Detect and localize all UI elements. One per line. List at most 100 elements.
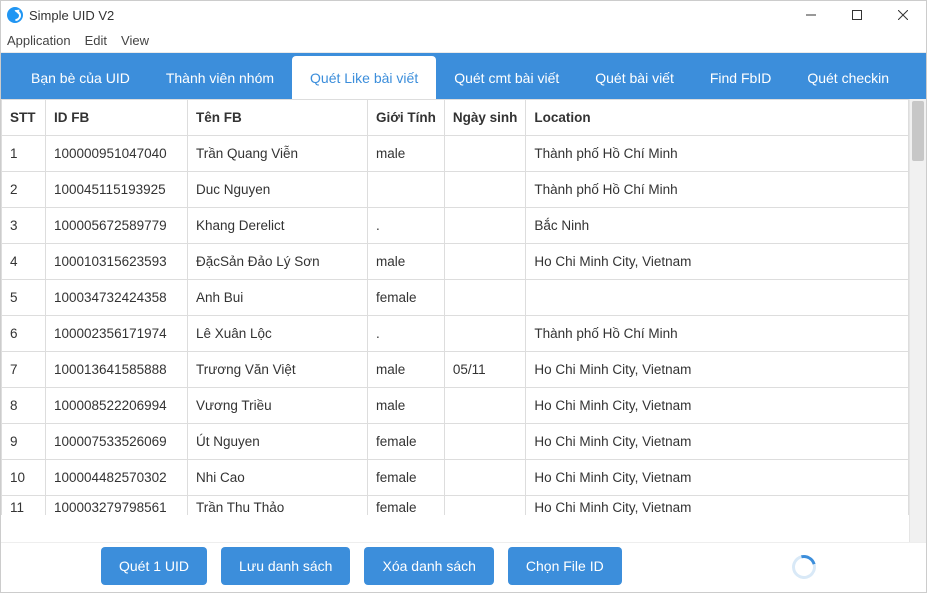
save-list-button[interactable]: Lưu danh sách xyxy=(221,547,350,585)
minimize-icon xyxy=(806,10,816,20)
cell-gt: male xyxy=(368,388,445,424)
titlebar: Simple UID V2 xyxy=(1,1,926,29)
cell-ten: Lê Xuân Lộc xyxy=(188,316,368,352)
cell-ten: Anh Bui xyxy=(188,280,368,316)
cell-ns xyxy=(444,172,526,208)
cell-gt: male xyxy=(368,352,445,388)
cell-idfb: 100000951047040 xyxy=(46,136,188,172)
maximize-icon xyxy=(852,10,862,20)
cell-loc: Bắc Ninh xyxy=(526,208,909,244)
cell-ten: Út Nguyen xyxy=(188,424,368,460)
cell-loc: Ho Chi Minh City, Vietnam xyxy=(526,352,909,388)
table-row[interactable]: 5100034732424358Anh Buifemale xyxy=(2,280,909,316)
cell-ns xyxy=(444,460,526,496)
tab-scan-cmt[interactable]: Quét cmt bài viết xyxy=(436,56,577,99)
cell-ten: ĐặcSản Đảo Lý Sơn xyxy=(188,244,368,280)
cell-gt: female xyxy=(368,280,445,316)
table-row[interactable]: 2100045115193925Duc NguyenThành phố Hồ C… xyxy=(2,172,909,208)
cell-gt: . xyxy=(368,316,445,352)
col-ten[interactable]: Tên FB xyxy=(188,100,368,136)
col-loc[interactable]: Location xyxy=(526,100,909,136)
cell-stt: 5 xyxy=(2,280,46,316)
tab-friends[interactable]: Bạn bè của UID xyxy=(13,56,148,99)
window-title: Simple UID V2 xyxy=(29,8,114,23)
cell-loc: Ho Chi Minh City, Vietnam xyxy=(526,388,909,424)
choose-file-button[interactable]: Chọn File ID xyxy=(508,547,622,585)
app-icon xyxy=(7,7,23,23)
cell-ns xyxy=(444,496,526,516)
cell-ns xyxy=(444,424,526,460)
table-row[interactable]: 9100007533526069Út NguyenfemaleHo Chi Mi… xyxy=(2,424,909,460)
cell-stt: 11 xyxy=(2,496,46,516)
tab-find-fbid[interactable]: Find FbID xyxy=(692,56,789,99)
app-window: Simple UID V2 Application Edit View Bạn … xyxy=(0,0,927,593)
cell-ns xyxy=(444,244,526,280)
scan-uid-button[interactable]: Quét 1 UID xyxy=(101,547,207,585)
table-row[interactable]: 4100010315623593ĐặcSản Đảo Lý Sơnmale Ho … xyxy=(2,244,909,280)
table-row[interactable]: 6100002356171974Lê Xuân Lộc.Thành phố Hồ… xyxy=(2,316,909,352)
menu-view[interactable]: View xyxy=(121,33,149,48)
cell-loc xyxy=(526,280,909,316)
clear-list-button[interactable]: Xóa danh sách xyxy=(364,547,493,585)
cell-loc: Ho Chi Minh City, Vietnam xyxy=(526,496,909,516)
table-header-row: STT ID FB Tên FB Giới Tính Ngày sinh Loc… xyxy=(2,100,909,136)
scrollbar-thumb[interactable] xyxy=(912,101,924,161)
cell-loc: Thành phố Hồ Chí Minh xyxy=(526,316,909,352)
cell-ten: Vương Triều xyxy=(188,388,368,424)
table-wrap: STT ID FB Tên FB Giới Tính Ngày sinh Loc… xyxy=(1,99,909,542)
cell-loc: Ho Chi Minh City, Vietnam xyxy=(526,460,909,496)
maximize-button[interactable] xyxy=(834,1,880,29)
cell-idfb: 100002356171974 xyxy=(46,316,188,352)
cell-loc: Ho Chi Minh City, Vietnam xyxy=(526,244,909,280)
cell-ten: Trương Văn Việt xyxy=(188,352,368,388)
table-row[interactable]: 1100000951047040Trần Quang ViễnmaleThành… xyxy=(2,136,909,172)
tab-checkin[interactable]: Quét checkin xyxy=(789,56,907,99)
cell-idfb: 100045115193925 xyxy=(46,172,188,208)
cell-idfb: 100013641585888 xyxy=(46,352,188,388)
tab-group[interactable]: Thành viên nhóm xyxy=(148,56,292,99)
cell-loc: Thành phố Hồ Chí Minh xyxy=(526,136,909,172)
cell-stt: 1 xyxy=(2,136,46,172)
cell-gt: female xyxy=(368,460,445,496)
tab-scan-like[interactable]: Quét Like bài viết xyxy=(292,56,436,99)
cell-ns xyxy=(444,388,526,424)
window-controls xyxy=(788,1,926,29)
minimize-button[interactable] xyxy=(788,1,834,29)
cell-ns: 05/11 xyxy=(444,352,526,388)
tabs-bar: Bạn bè của UID Thành viên nhóm Quét Like… xyxy=(1,53,926,99)
cell-ns xyxy=(444,316,526,352)
cell-idfb: 100010315623593 xyxy=(46,244,188,280)
col-stt[interactable]: STT xyxy=(2,100,46,136)
col-gt[interactable]: Giới Tính xyxy=(368,100,445,136)
cell-ns xyxy=(444,208,526,244)
col-ns[interactable]: Ngày sinh xyxy=(444,100,526,136)
cell-ten: Khang Derelict xyxy=(188,208,368,244)
cell-idfb: 100005672589779 xyxy=(46,208,188,244)
table-row[interactable]: 10100004482570302Nhi CaofemaleHo Chi Min… xyxy=(2,460,909,496)
footer: Quét 1 UID Lưu danh sách Xóa danh sách C… xyxy=(1,542,926,592)
table-row[interactable]: 8100008522206994Vương TriềumaleHo Chi Mi… xyxy=(2,388,909,424)
menu-application[interactable]: Application xyxy=(7,33,71,48)
col-idfb[interactable]: ID FB xyxy=(46,100,188,136)
cell-ns xyxy=(444,136,526,172)
cell-stt: 3 xyxy=(2,208,46,244)
tab-scan-post[interactable]: Quét bài viết xyxy=(577,56,692,99)
cell-gt: male xyxy=(368,244,445,280)
cell-idfb: 100003279798561 xyxy=(46,496,188,516)
cell-stt: 10 xyxy=(2,460,46,496)
cell-gt: female xyxy=(368,496,445,516)
cell-loc: Ho Chi Minh City, Vietnam xyxy=(526,424,909,460)
menubar: Application Edit View xyxy=(1,29,926,53)
table-row[interactable]: 3100005672589779Khang Derelict.Bắc Ninh xyxy=(2,208,909,244)
cell-stt: 4 xyxy=(2,244,46,280)
table-row[interactable]: 7100013641585888Trương Văn Việtmale05/11… xyxy=(2,352,909,388)
results-table: STT ID FB Tên FB Giới Tính Ngày sinh Loc… xyxy=(1,99,909,515)
menu-edit[interactable]: Edit xyxy=(85,33,107,48)
content-area: STT ID FB Tên FB Giới Tính Ngày sinh Loc… xyxy=(1,99,926,542)
cell-gt xyxy=(368,172,445,208)
cell-ten: Duc Nguyen xyxy=(188,172,368,208)
cell-stt: 9 xyxy=(2,424,46,460)
table-row[interactable]: 11100003279798561Trần Thu ThảofemaleHo C… xyxy=(2,496,909,516)
vertical-scrollbar[interactable] xyxy=(909,99,926,542)
close-button[interactable] xyxy=(880,1,926,29)
